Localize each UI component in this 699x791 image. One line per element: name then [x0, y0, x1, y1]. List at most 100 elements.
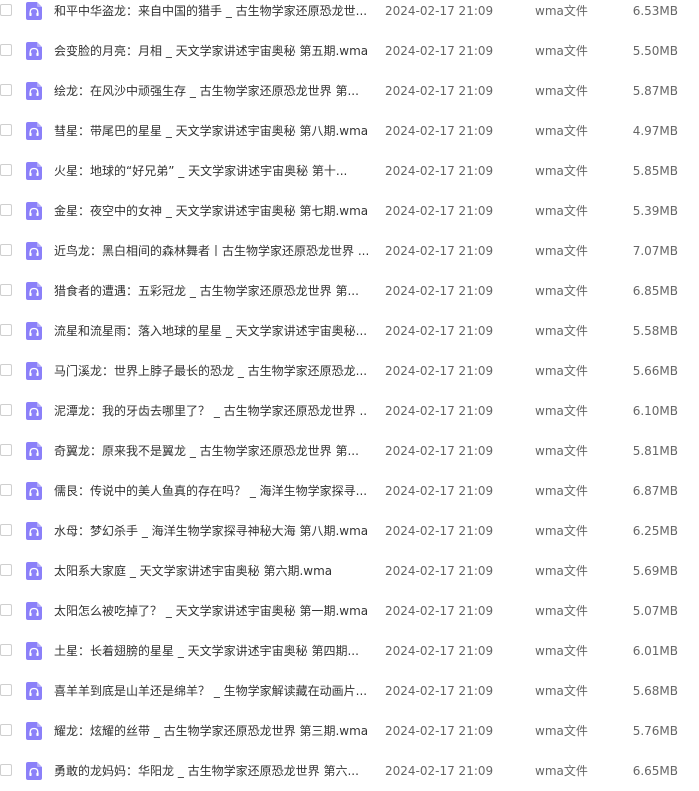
file-row[interactable]: 土星：长着翅膀的星星 _ 天文学家讲述宇宙奥秘 第四期... 2024-02-1… — [0, 631, 699, 671]
audio-file-icon — [26, 642, 42, 660]
modified-date: 2024-02-17 21:09 — [385, 84, 494, 98]
row-checkbox[interactable] — [0, 444, 12, 456]
audio-file-icon — [26, 442, 42, 460]
file-name[interactable]: 水母：梦幻杀手 _ 海洋生物学家探寻神秘大海 第八期.wma — [54, 522, 368, 540]
audio-file-icon — [26, 562, 42, 580]
file-name[interactable]: 绘龙：在风沙中顽强生存 _ 古生物学家还原恐龙世界 第... — [54, 82, 368, 100]
file-row[interactable]: 近鸟龙：黑白相间的森林舞者丨古生物学家还原恐龙世界 ... 2024-02-17… — [0, 231, 699, 271]
file-size: 4.97MB — [632, 124, 678, 138]
file-row[interactable]: 耀龙：炫耀的丝带 _ 古生物学家还原恐龙世界 第三期.wma 2024-02-1… — [0, 711, 699, 751]
file-name[interactable]: 土星：长着翅膀的星星 _ 天文学家讲述宇宙奥秘 第四期... — [54, 642, 368, 660]
file-size: 5.39MB — [632, 204, 678, 218]
file-name[interactable]: 泥潭龙：我的牙齿去哪里了？ _ 古生物学家还原恐龙世界 ... — [54, 402, 368, 420]
file-name[interactable]: 和平中华盗龙：来自中国的猎手 _ 古生物学家还原恐龙世... — [54, 2, 368, 20]
file-name[interactable]: 马门溪龙：世界上脖子最长的恐龙 _ 古生物学家还原恐龙... — [54, 362, 368, 380]
row-checkbox[interactable] — [0, 164, 12, 176]
modified-date: 2024-02-17 21:09 — [385, 444, 494, 458]
modified-date: 2024-02-17 21:09 — [385, 404, 494, 418]
row-checkbox[interactable] — [0, 324, 12, 336]
file-name[interactable]: 喜羊羊到底是山羊还是绵羊？ _ 生物学家解读藏在动画片... — [54, 682, 368, 700]
file-name[interactable]: 彗星：带尾巴的星星 _ 天文学家讲述宇宙奥秘 第八期.wma — [54, 122, 368, 140]
file-name[interactable]: 火星：地球的“好兄弟” _ 天文学家讲述宇宙奥秘 第十... — [54, 162, 368, 180]
row-checkbox[interactable] — [0, 484, 12, 496]
file-row[interactable]: 流星和流星雨：落入地球的星星 _ 天文学家讲述宇宙奥秘... 2024-02-1… — [0, 311, 699, 351]
file-type: wma文件 — [535, 324, 588, 338]
modified-date: 2024-02-17 21:09 — [385, 764, 494, 778]
file-name[interactable]: 奇翼龙：原来我不是翼龙 _ 古生物学家还原恐龙世界 第... — [54, 442, 368, 460]
file-type: wma文件 — [535, 524, 588, 538]
file-row[interactable]: 勇敢的龙妈妈：华阳龙 _ 古生物学家还原恐龙世界 第六... 2024-02-1… — [0, 751, 699, 791]
audio-file-icon — [26, 42, 42, 60]
modified-date: 2024-02-17 21:09 — [385, 684, 494, 698]
audio-file-icon — [26, 322, 42, 340]
file-type: wma文件 — [535, 644, 588, 658]
row-checkbox[interactable] — [0, 564, 12, 576]
row-checkbox[interactable] — [0, 124, 12, 136]
audio-file-icon — [26, 682, 42, 700]
file-row[interactable]: 马门溪龙：世界上脖子最长的恐龙 _ 古生物学家还原恐龙... 2024-02-1… — [0, 351, 699, 391]
file-row[interactable]: 儒艮：传说中的美人鱼真的存在吗？ _ 海洋生物学家探寻... 2024-02-1… — [0, 471, 699, 511]
row-checkbox[interactable] — [0, 724, 12, 736]
file-row[interactable]: 和平中华盗龙：来自中国的猎手 _ 古生物学家还原恐龙世... 2024-02-1… — [0, 0, 699, 31]
file-row[interactable]: 火星：地球的“好兄弟” _ 天文学家讲述宇宙奥秘 第十... 2024-02-1… — [0, 151, 699, 191]
file-type: wma文件 — [535, 244, 588, 258]
row-checkbox[interactable] — [0, 524, 12, 536]
file-name[interactable]: 勇敢的龙妈妈：华阳龙 _ 古生物学家还原恐龙世界 第六... — [54, 762, 368, 780]
row-checkbox[interactable] — [0, 204, 12, 216]
file-size: 6.53MB — [632, 4, 678, 18]
file-name[interactable]: 金星：夜空中的女神 _ 天文学家讲述宇宙奥秘 第七期.wma — [54, 202, 368, 220]
file-type: wma文件 — [535, 284, 588, 298]
file-row[interactable]: 彗星：带尾巴的星星 _ 天文学家讲述宇宙奥秘 第八期.wma 2024-02-1… — [0, 111, 699, 151]
file-row[interactable]: 太阳系大家庭 _ 天文学家讲述宇宙奥秘 第六期.wma 2024-02-17 2… — [0, 551, 699, 591]
modified-date: 2024-02-17 21:09 — [385, 524, 494, 538]
file-name[interactable]: 猎食者的遭遇：五彩冠龙 _ 古生物学家还原恐龙世界 第... — [54, 282, 368, 300]
row-checkbox[interactable] — [0, 4, 12, 16]
audio-file-icon — [26, 242, 42, 260]
row-checkbox[interactable] — [0, 764, 12, 776]
file-name[interactable]: 会变脸的月亮：月相 _ 天文学家讲述宇宙奥秘 第五期.wma — [54, 42, 368, 60]
audio-file-icon — [26, 762, 42, 780]
file-type: wma文件 — [535, 404, 588, 418]
modified-date: 2024-02-17 21:09 — [385, 284, 494, 298]
audio-file-icon — [26, 162, 42, 180]
row-checkbox[interactable] — [0, 284, 12, 296]
file-row[interactable]: 喜羊羊到底是山羊还是绵羊？ _ 生物学家解读藏在动画片... 2024-02-1… — [0, 671, 699, 711]
audio-file-icon — [26, 362, 42, 380]
file-size: 5.76MB — [632, 724, 678, 738]
file-name[interactable]: 近鸟龙：黑白相间的森林舞者丨古生物学家还原恐龙世界 ... — [54, 242, 368, 260]
row-checkbox[interactable] — [0, 364, 12, 376]
file-name[interactable]: 太阳系大家庭 _ 天文学家讲述宇宙奥秘 第六期.wma — [54, 562, 368, 580]
row-checkbox[interactable] — [0, 404, 12, 416]
row-checkbox[interactable] — [0, 604, 12, 616]
file-row[interactable]: 奇翼龙：原来我不是翼龙 _ 古生物学家还原恐龙世界 第... 2024-02-1… — [0, 431, 699, 471]
audio-file-icon — [26, 522, 42, 540]
row-checkbox[interactable] — [0, 44, 12, 56]
modified-date: 2024-02-17 21:09 — [385, 364, 494, 378]
file-type: wma文件 — [535, 364, 588, 378]
file-list: 和平中华盗龙：来自中国的猎手 _ 古生物学家还原恐龙世... 2024-02-1… — [0, 0, 699, 791]
file-row[interactable]: 会变脸的月亮：月相 _ 天文学家讲述宇宙奥秘 第五期.wma 2024-02-1… — [0, 31, 699, 71]
file-size: 6.85MB — [632, 284, 678, 298]
row-checkbox[interactable] — [0, 244, 12, 256]
file-row[interactable]: 太阳怎么被吃掉了？ _ 天文学家讲述宇宙奥秘 第一期.wma 2024-02-1… — [0, 591, 699, 631]
file-name[interactable]: 耀龙：炫耀的丝带 _ 古生物学家还原恐龙世界 第三期.wma — [54, 722, 368, 740]
file-row[interactable]: 绘龙：在风沙中顽强生存 _ 古生物学家还原恐龙世界 第... 2024-02-1… — [0, 71, 699, 111]
file-type: wma文件 — [535, 484, 588, 498]
file-row[interactable]: 金星：夜空中的女神 _ 天文学家讲述宇宙奥秘 第七期.wma 2024-02-1… — [0, 191, 699, 231]
file-row[interactable]: 泥潭龙：我的牙齿去哪里了？ _ 古生物学家还原恐龙世界 ... 2024-02-… — [0, 391, 699, 431]
file-size: 6.65MB — [632, 764, 678, 778]
file-size: 5.68MB — [632, 684, 678, 698]
file-size: 6.25MB — [632, 524, 678, 538]
row-checkbox[interactable] — [0, 84, 12, 96]
file-type: wma文件 — [535, 4, 588, 18]
audio-file-icon — [26, 282, 42, 300]
file-name[interactable]: 太阳怎么被吃掉了？ _ 天文学家讲述宇宙奥秘 第一期.wma — [54, 602, 368, 620]
file-row[interactable]: 猎食者的遭遇：五彩冠龙 _ 古生物学家还原恐龙世界 第... 2024-02-1… — [0, 271, 699, 311]
file-type: wma文件 — [535, 444, 588, 458]
file-size: 5.85MB — [632, 164, 678, 178]
row-checkbox[interactable] — [0, 684, 12, 696]
file-row[interactable]: 水母：梦幻杀手 _ 海洋生物学家探寻神秘大海 第八期.wma 2024-02-1… — [0, 511, 699, 551]
file-name[interactable]: 流星和流星雨：落入地球的星星 _ 天文学家讲述宇宙奥秘... — [54, 322, 368, 340]
file-name[interactable]: 儒艮：传说中的美人鱼真的存在吗？ _ 海洋生物学家探寻... — [54, 482, 368, 500]
row-checkbox[interactable] — [0, 644, 12, 656]
